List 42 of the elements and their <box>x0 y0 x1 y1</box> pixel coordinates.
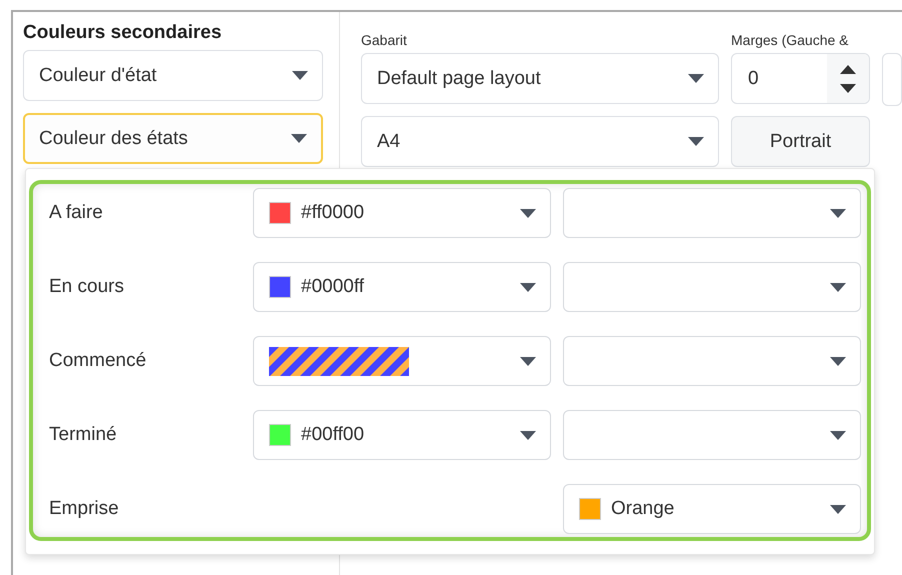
caret-icon <box>688 74 704 83</box>
color-value: #ff0000 <box>301 202 364 224</box>
dropdown[interactable]: Couleur des états <box>23 113 323 164</box>
color-dropdown[interactable] <box>563 336 861 386</box>
portrait-button[interactable]: Portrait <box>731 116 870 167</box>
template-dropdown[interactable]: Default page layout <box>361 53 719 104</box>
color-dropdown[interactable] <box>563 262 861 312</box>
state-label: A faire <box>49 202 104 224</box>
state-label: Commencé <box>49 350 148 372</box>
field-label: Marges (Gauche & <box>731 32 850 49</box>
color-dropdown[interactable]: Orange <box>563 484 861 534</box>
color-value: #0000ff <box>301 276 364 298</box>
caret-icon <box>830 356 846 366</box>
state-label: Emprise <box>49 498 120 520</box>
number-field[interactable] <box>882 53 902 106</box>
caret-icon <box>520 430 536 440</box>
color-value: #00ff00 <box>301 424 364 446</box>
caret-icon <box>291 134 307 143</box>
caret-icon <box>830 208 846 218</box>
color-value: Orange <box>611 498 674 520</box>
field-label: Gabarit <box>361 32 408 49</box>
color-dropdown[interactable]: #0000ff <box>253 262 551 312</box>
color-dropdown[interactable]: #ff0000 <box>253 188 551 238</box>
state-label: Terminé <box>49 424 118 446</box>
section-title: Couleurs secondaires <box>23 22 223 44</box>
caret-icon <box>520 208 536 218</box>
color-dropdown[interactable]: #00ff00 <box>253 410 551 460</box>
caret-icon <box>520 282 536 292</box>
color-dropdown[interactable] <box>253 336 551 386</box>
caret-icon <box>830 504 846 514</box>
caret-icon <box>830 282 846 292</box>
caret-icon <box>292 71 308 80</box>
caret-icon <box>520 356 536 366</box>
dropdown[interactable]: Couleur d'état <box>23 50 323 101</box>
number-field[interactable]: 0 <box>731 53 870 104</box>
caret-icon <box>830 430 846 440</box>
state-label: En cours <box>49 276 125 298</box>
caret-icon <box>688 137 704 146</box>
paper-dropdown[interactable]: A4 <box>361 116 719 167</box>
color-dropdown[interactable] <box>563 188 861 238</box>
color-dropdown[interactable] <box>563 410 861 460</box>
spinner-arrows-icon[interactable] <box>827 54 869 103</box>
